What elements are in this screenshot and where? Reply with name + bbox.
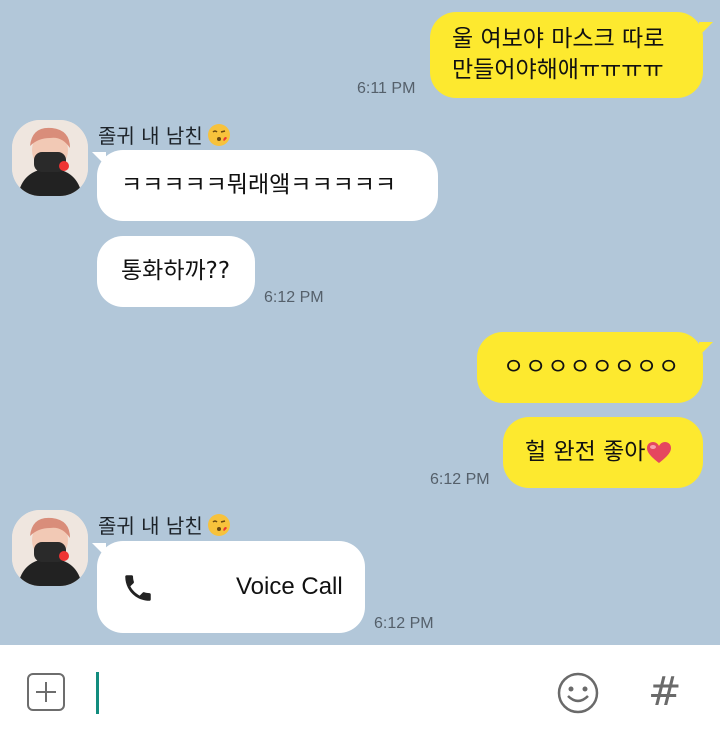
chat-area: 울 여보야 마스크 따로 만들어야해애ㅠㅠㅠㅠ 6:11 PM 졸귀 내 남친: [0, 0, 720, 645]
sender-name-text: 졸귀 내 남친: [98, 514, 203, 538]
avatar[interactable]: [12, 120, 88, 196]
message-bubble-sent[interactable]: ㅇㅇㅇㅇㅇㅇㅇㅇ: [477, 332, 703, 403]
kiss-emoji-icon: [207, 513, 231, 537]
hashtag-icon[interactable]: #: [648, 668, 682, 716]
message-text: ㅇㅇㅇㅇㅇㅇㅇㅇ: [503, 354, 681, 380]
text-cursor: [96, 672, 99, 714]
sender-name-text: 졸귀 내 남친: [98, 124, 203, 148]
message-bubble-sent[interactable]: 헐 완전 좋아: [503, 417, 703, 488]
plus-square-icon[interactable]: [27, 673, 65, 711]
message-time: 6:12 PM: [430, 471, 490, 488]
phone-icon: [121, 571, 155, 605]
message-text: 헐 완전 좋아: [525, 439, 646, 465]
voice-call-label: Voice Call: [236, 573, 343, 600]
bubble-tail: [699, 22, 713, 36]
message-bubble-received[interactable]: 통화하까??: [97, 236, 255, 307]
message-input[interactable]: [104, 668, 528, 720]
message-text-line: 만들어야해애ㅠㅠㅠㅠ: [452, 57, 664, 83]
message-bubble-received[interactable]: ㅋㅋㅋㅋㅋ뭐래앸ㅋㅋㅋㅋㅋ: [97, 150, 438, 221]
sender-name: 졸귀 내 남친: [98, 120, 231, 149]
avatar[interactable]: [12, 510, 88, 586]
kiss-emoji-icon: [207, 123, 231, 147]
message-text-line: 울 여보야 마스크 따로: [452, 26, 665, 52]
message-time: 6:11 PM: [357, 80, 416, 97]
smiley-icon[interactable]: [555, 670, 601, 716]
bubble-tail: [699, 342, 713, 356]
message-text: 통화하까??: [121, 258, 231, 284]
message-time: 6:12 PM: [264, 289, 324, 306]
message-bubble-sent[interactable]: 울 여보야 마스크 따로 만들어야해애ㅠㅠㅠㅠ: [430, 12, 703, 98]
voice-call-bubble[interactable]: Voice Call: [97, 541, 365, 633]
sender-name: 졸귀 내 남친: [98, 510, 231, 539]
message-text: ㅋㅋㅋㅋㅋ뭐래앸ㅋㅋㅋㅋㅋ: [121, 172, 397, 198]
message-time: 6:12 PM: [374, 615, 434, 632]
heart-icon: [646, 441, 672, 465]
